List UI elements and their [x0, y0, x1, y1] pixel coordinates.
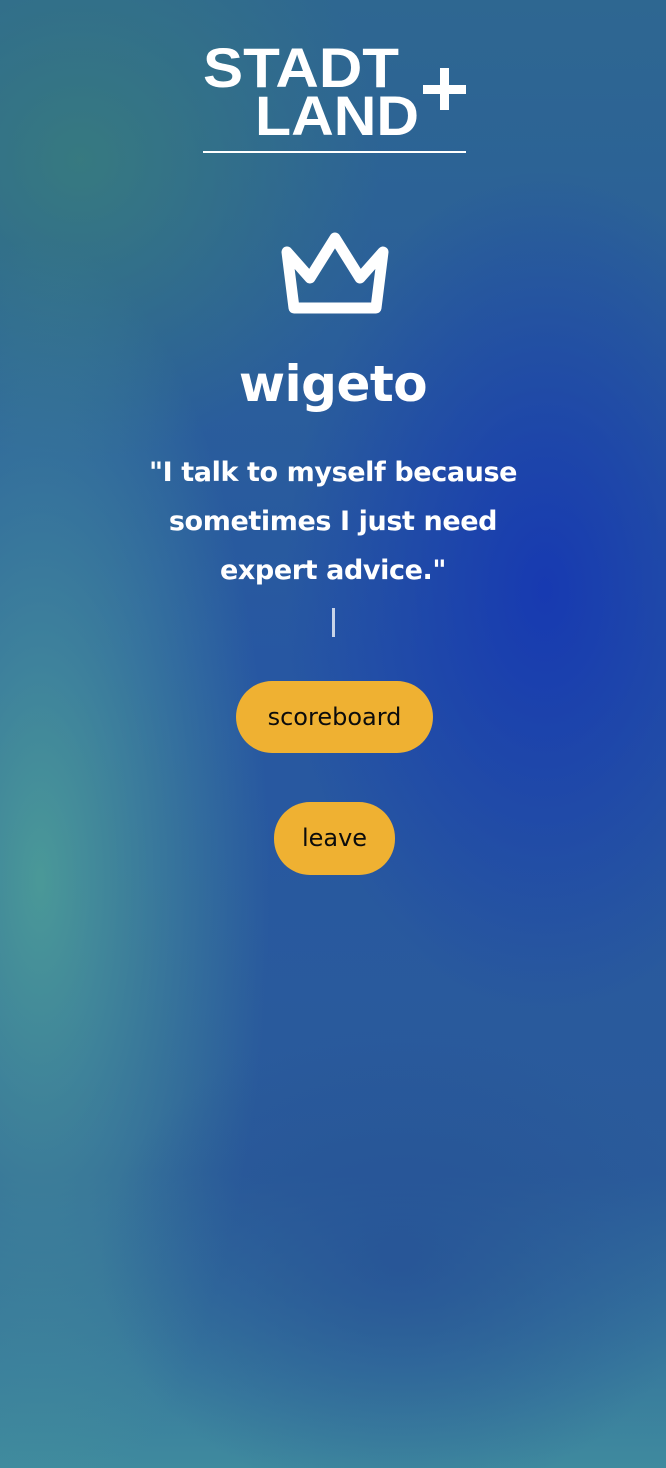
leave-button[interactable]: leave: [274, 802, 395, 875]
logo-plus-icon: [423, 68, 466, 110]
app-logo: STADT LAND: [203, 40, 466, 154]
crown-icon: [275, 228, 395, 318]
quote-line-1: "I talk to myself because: [148, 457, 518, 488]
logo-underline: [203, 151, 466, 153]
quote-line-2: sometimes I just need: [168, 506, 498, 537]
logo-line-2: LAND: [255, 84, 419, 147]
quote-line-3: expert advice.": [219, 555, 447, 586]
text-divider: [332, 608, 335, 637]
winner-name: wigeto: [238, 355, 428, 413]
winner-quote: "I talk to myself because sometimes I ju…: [133, 448, 533, 595]
scoreboard-button[interactable]: scoreboard: [236, 681, 433, 753]
